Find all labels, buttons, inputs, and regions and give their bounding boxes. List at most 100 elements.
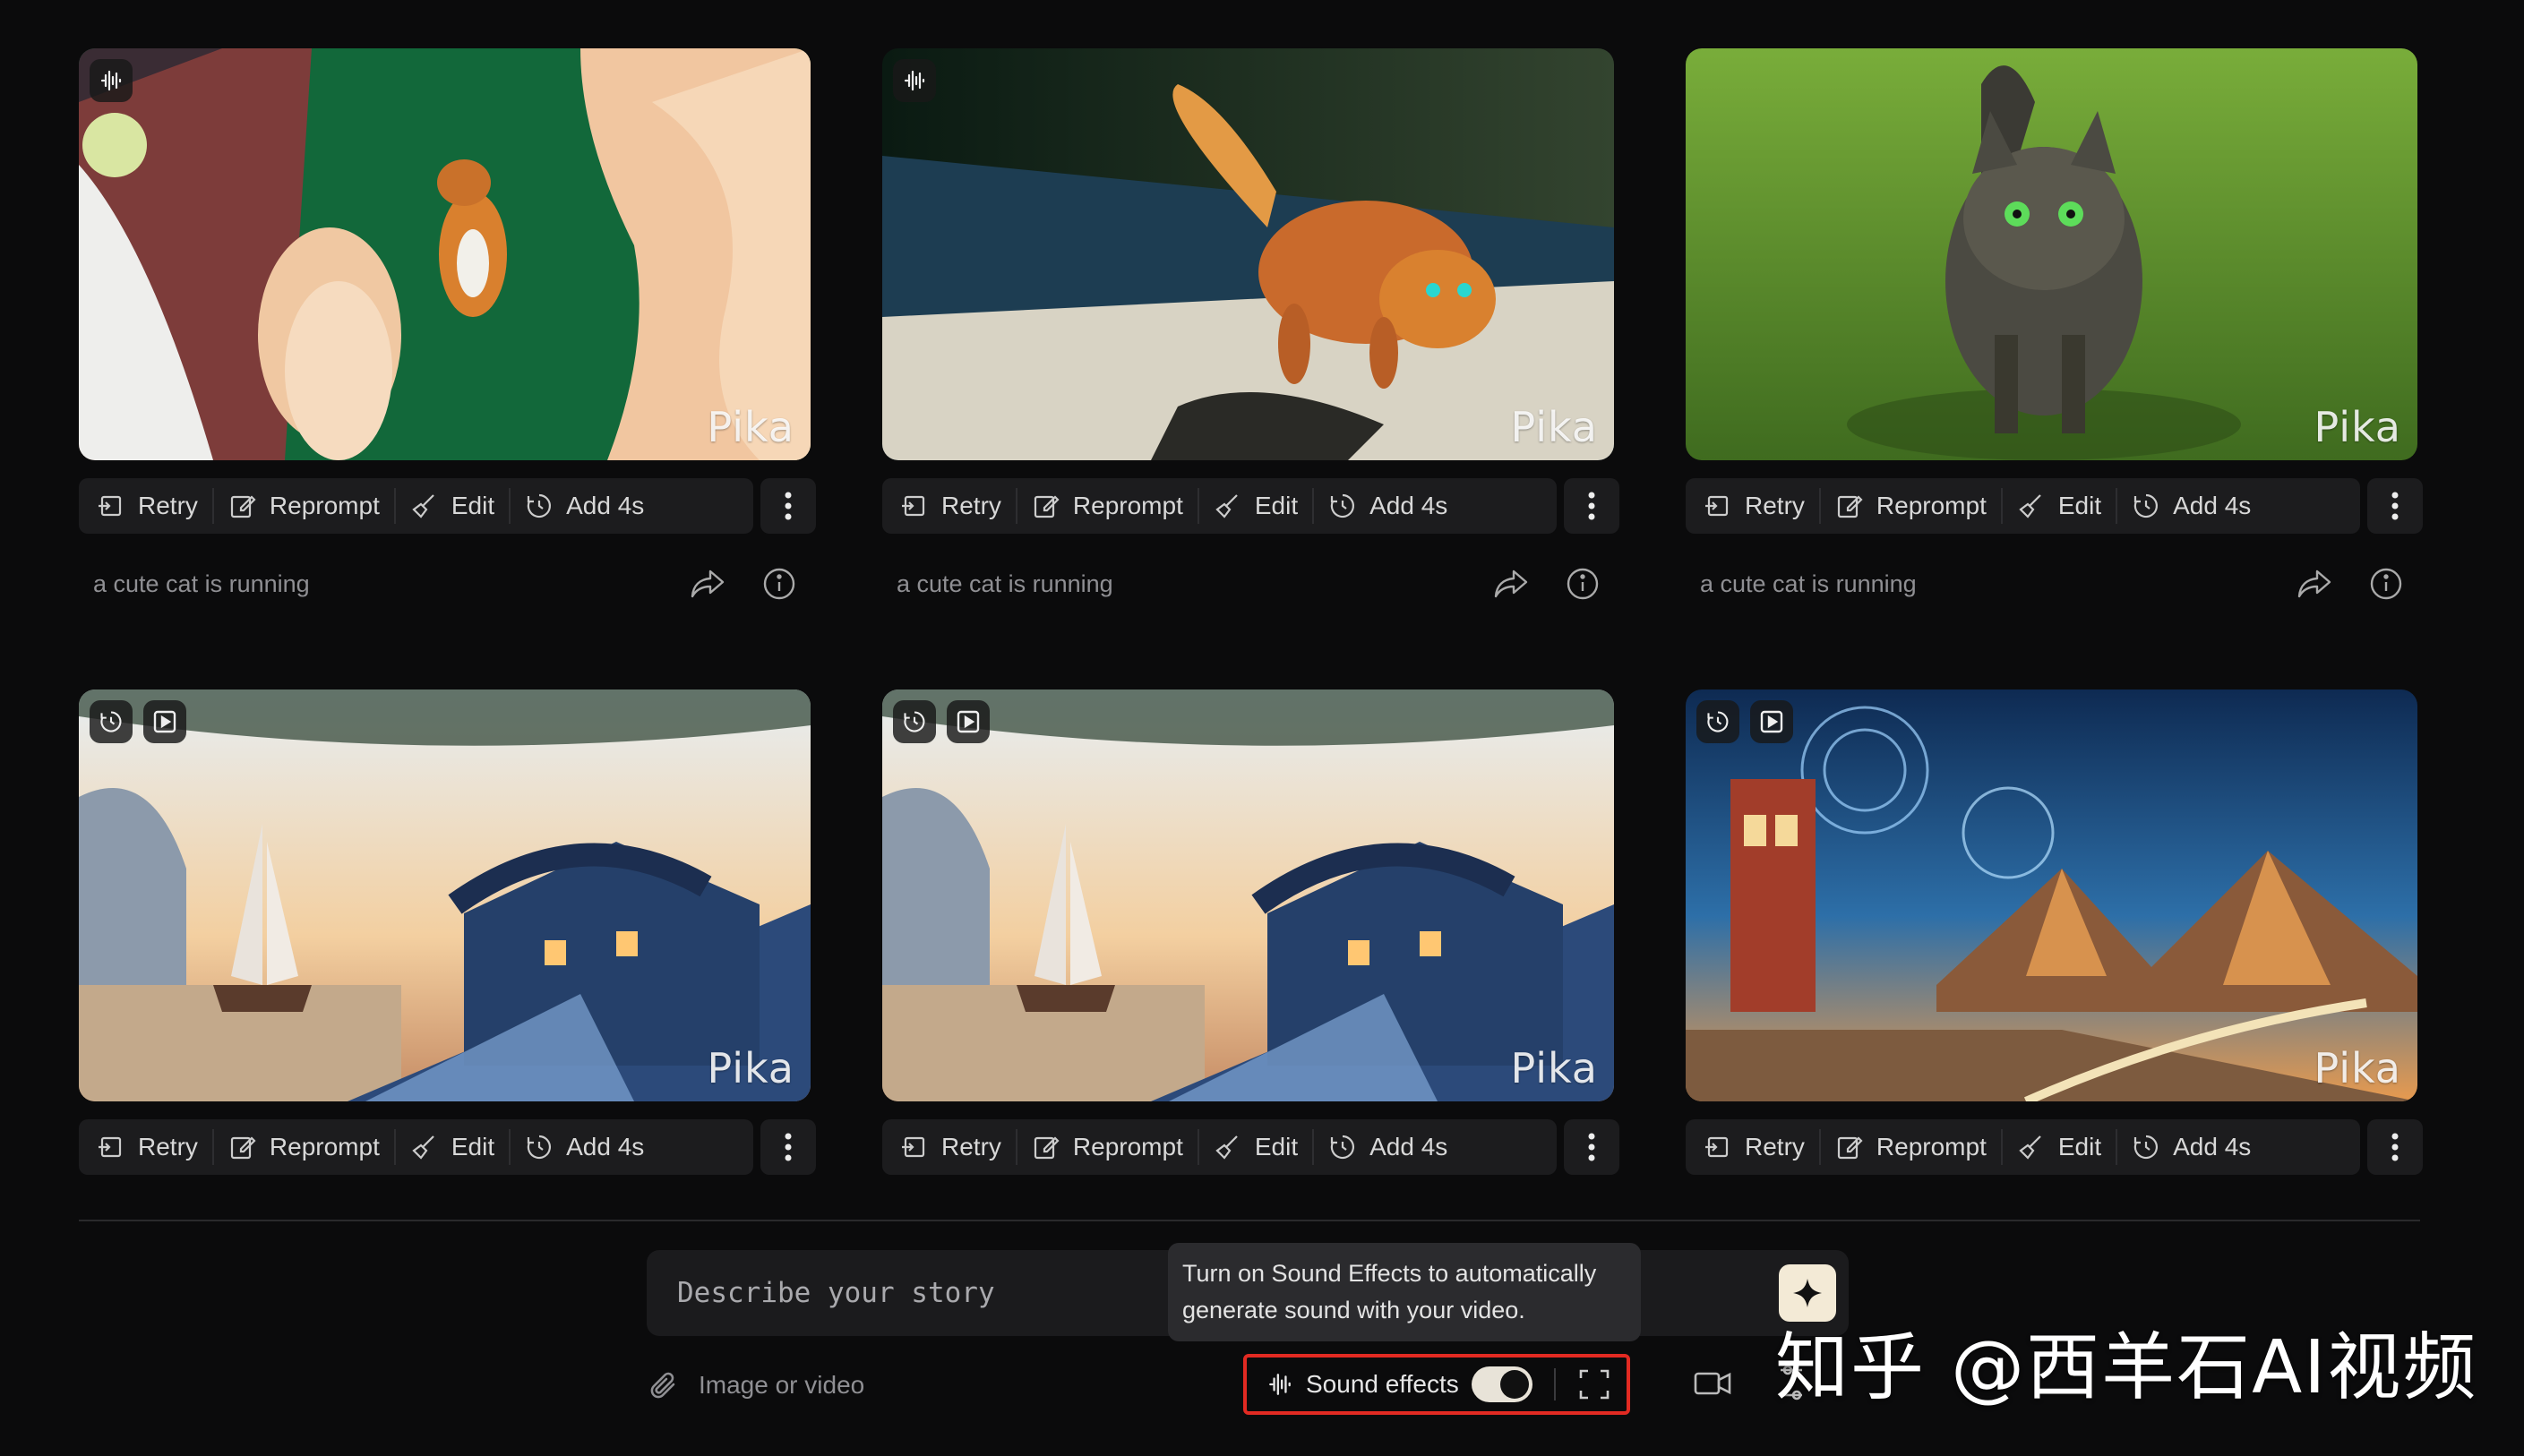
add-4s-button[interactable]: Add 4s <box>1314 1129 1462 1165</box>
add-4s-button[interactable]: Add 4s <box>2117 1129 2265 1165</box>
aspect-ratio-icon[interactable] <box>1577 1367 1611 1401</box>
more-vertical-icon <box>785 492 792 520</box>
retry-button[interactable]: Retry <box>886 1129 1017 1165</box>
story-input-placeholder[interactable]: Describe your story <box>677 1277 995 1309</box>
edit-pencil-icon <box>1034 1136 1060 1160</box>
edit-button[interactable]: Edit <box>1199 1129 1315 1165</box>
more-options-button[interactable] <box>760 1119 816 1175</box>
video-thumbnail[interactable]: Pika <box>1686 48 2417 460</box>
more-options-button[interactable] <box>1564 478 1619 534</box>
video-thumbnail[interactable]: Pika <box>882 689 1614 1101</box>
pika-watermark: Pika <box>707 403 794 451</box>
action-bar: Retry Reprompt Edit Add 4s <box>79 478 816 534</box>
more-options-button[interactable] <box>760 478 816 534</box>
video-camera-icon[interactable] <box>1693 1367 1732 1400</box>
prompt-text: a cute cat is running <box>1700 570 1917 597</box>
more-options-button[interactable] <box>2367 1119 2423 1175</box>
extend-icon <box>1696 700 1739 743</box>
play-icon <box>947 700 990 743</box>
add-4s-button[interactable]: Add 4s <box>511 1129 658 1165</box>
timer-icon <box>2133 1135 2159 1160</box>
sparkle-icon <box>1793 1279 1822 1307</box>
pika-watermark: Pika <box>1510 403 1598 451</box>
attach-media-button[interactable]: Image or video <box>647 1368 864 1402</box>
edit-pencil-icon <box>230 1136 256 1160</box>
retry-button[interactable]: Retry <box>1689 1129 1821 1165</box>
more-options-button[interactable] <box>1564 1119 1619 1175</box>
edit-pencil-icon <box>1837 1136 1863 1160</box>
reprompt-button[interactable]: Reprompt <box>214 1129 396 1165</box>
reprompt-button[interactable]: Reprompt <box>1017 488 1199 524</box>
retry-button[interactable]: Retry <box>82 488 214 524</box>
reprompt-button[interactable]: Reprompt <box>1821 488 2003 524</box>
edit-pencil-icon <box>230 495 256 518</box>
pika-watermark: Pika <box>707 1044 794 1092</box>
retry-icon <box>99 495 122 517</box>
share-icon[interactable] <box>689 568 726 600</box>
info-icon[interactable] <box>1566 567 1600 601</box>
sound-wave-icon <box>1269 1374 1291 1395</box>
timer-icon <box>527 1135 552 1160</box>
edit-pencil-icon <box>1034 495 1060 518</box>
timer-icon <box>1330 493 1355 518</box>
paperclip-icon <box>650 1372 675 1399</box>
attach-label: Image or video <box>699 1371 865 1399</box>
edit-button[interactable]: Edit <box>2003 1129 2118 1165</box>
brush-icon <box>1215 1135 1238 1160</box>
edit-button[interactable]: Edit <box>396 1129 511 1165</box>
retry-button[interactable]: Retry <box>1689 488 1821 524</box>
retry-icon <box>1705 1136 1729 1158</box>
retry-icon <box>99 1136 122 1158</box>
reprompt-button[interactable]: Reprompt <box>1017 1129 1199 1165</box>
sound-effects-tooltip: Turn on Sound Effects to automatically g… <box>1168 1243 1641 1341</box>
sound-effects-label: Sound effects <box>1306 1370 1459 1398</box>
retry-icon <box>1705 495 1729 517</box>
sound-effects-control[interactable]: Sound effects <box>1243 1354 1630 1415</box>
video-card: Pika Retry Reprompt Edit Add 4s <box>79 48 816 689</box>
timer-icon <box>1330 1135 1355 1160</box>
video-card: Pika Retry Reprompt Edit Add 4s <box>79 689 816 1218</box>
extend-icon <box>893 700 936 743</box>
video-thumbnail[interactable]: Pika <box>1686 689 2417 1101</box>
reprompt-button[interactable]: Reprompt <box>1821 1129 2003 1165</box>
timer-icon <box>2133 493 2159 518</box>
info-icon[interactable] <box>2369 567 2403 601</box>
edit-button[interactable]: Edit <box>396 488 511 524</box>
retry-icon <box>902 495 925 517</box>
brush-icon <box>2019 1135 2041 1160</box>
video-thumbnail[interactable]: Pika <box>882 48 1614 460</box>
video-card: Pika Retry Reprompt Edit Add 4s <box>882 689 1619 1218</box>
scroll-divider <box>79 1220 2420 1221</box>
add-4s-button[interactable]: Add 4s <box>511 488 658 524</box>
tooltip-line-1: Turn on Sound Effects to automatically <box>1182 1260 1597 1287</box>
video-thumbnail[interactable]: Pika <box>79 689 811 1101</box>
retry-icon <box>902 1136 925 1158</box>
edit-pencil-icon <box>1837 495 1863 518</box>
more-vertical-icon <box>785 1133 792 1161</box>
edit-button[interactable]: Edit <box>2003 488 2118 524</box>
action-bar: Retry Reprompt Edit Add 4s <box>1686 1119 2423 1175</box>
add-4s-button[interactable]: Add 4s <box>2117 488 2265 524</box>
play-icon <box>143 700 186 743</box>
prompt-text: a cute cat is running <box>897 570 1113 597</box>
video-card: Pika Retry Reprompt Edit Add 4s <box>1686 689 2423 1218</box>
action-bar: Retry Reprompt Edit Add 4s <box>1686 478 2423 534</box>
reprompt-button[interactable]: Reprompt <box>214 488 396 524</box>
timer-icon <box>527 493 552 518</box>
sound-effects-toggle[interactable] <box>1471 1366 1532 1402</box>
share-icon[interactable] <box>1492 568 1530 600</box>
play-icon <box>1750 700 1793 743</box>
sound-wave-icon <box>893 59 936 102</box>
video-thumbnail[interactable]: Pika <box>79 48 811 460</box>
share-icon[interactable] <box>2296 568 2333 600</box>
retry-button[interactable]: Retry <box>82 1129 214 1165</box>
tooltip-line-2: generate sound with your video. <box>1182 1297 1525 1323</box>
action-bar: Retry Reprompt Edit Add 4s <box>79 1119 816 1175</box>
retry-button[interactable]: Retry <box>886 488 1017 524</box>
info-icon[interactable] <box>762 567 796 601</box>
edit-button[interactable]: Edit <box>1199 488 1315 524</box>
add-4s-button[interactable]: Add 4s <box>1314 488 1462 524</box>
action-bar: Retry Reprompt Edit Add 4s <box>882 478 1619 534</box>
more-options-button[interactable] <box>2367 478 2423 534</box>
more-vertical-icon <box>1588 1133 1595 1161</box>
